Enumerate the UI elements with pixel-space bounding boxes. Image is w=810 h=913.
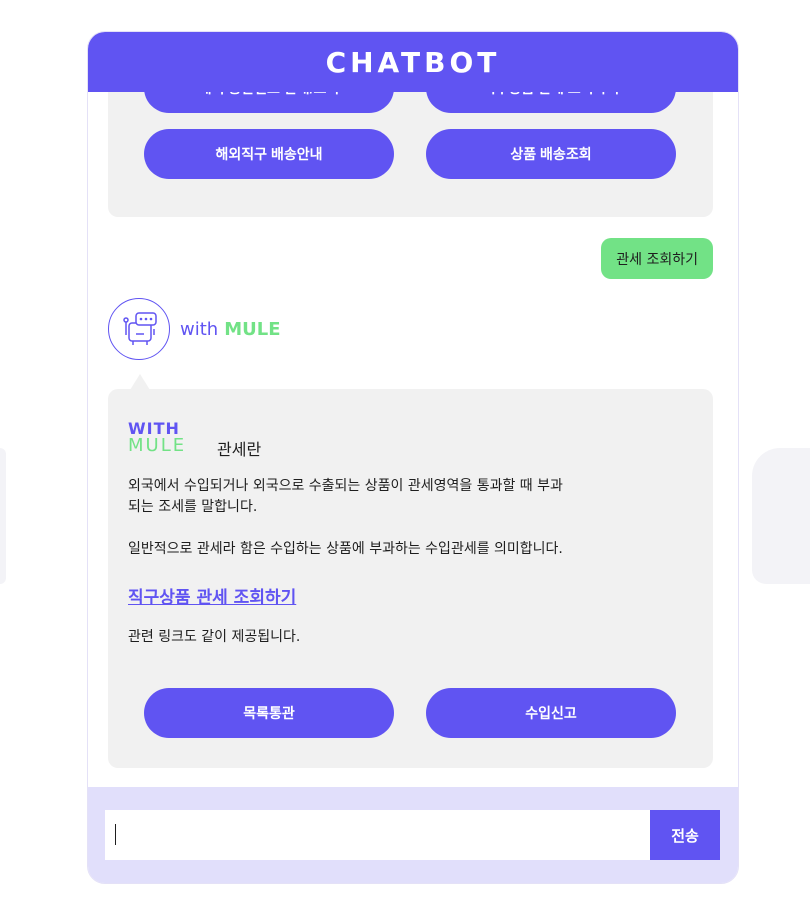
user-message-bubble: 관세 조회하기 <box>601 238 713 279</box>
send-button[interactable]: 전송 <box>650 810 720 860</box>
bot-identity: with MULE <box>108 298 281 360</box>
message-input-bar: 전송 <box>88 787 738 883</box>
robot-avatar-icon <box>108 298 170 360</box>
reply-paragraph-2: 일반적으로 관세라 함은 수입하는 상품에 부과하는 수입관세를 의미합니다. <box>128 541 563 557</box>
logo-line-mule: MULE <box>128 435 187 456</box>
shipping-guide-button[interactable]: 해외직구 배송안내 <box>144 129 394 179</box>
import-declaration-button[interactable]: 수입신고 <box>426 688 676 738</box>
delivery-tracking-button[interactable]: 상품 배송조회 <box>426 129 676 179</box>
list-clearance-button[interactable]: 목록통관 <box>144 688 394 738</box>
background-decoration-left <box>0 448 6 584</box>
duty-lookup-link[interactable]: 직구상품 관세 조회하기 <box>128 583 296 608</box>
customs-number-button[interactable]: 해외 통관번호 안내/조회 <box>144 92 394 113</box>
bot-name: with MULE <box>180 319 281 340</box>
chat-header: CHATBOT <box>88 32 738 92</box>
message-input[interactable] <box>105 810 651 860</box>
bot-name-prefix: with <box>180 318 219 340</box>
message-list[interactable]: 해외 통관번호 안내/조회 직구상품 관세 조회하기 해외직구 배송안내 상품 … <box>88 92 738 787</box>
chat-title: CHATBOT <box>325 45 501 79</box>
text-cursor <box>115 824 116 845</box>
reply-pointer <box>130 374 150 390</box>
bot-reply-card: WITH MULE 관세란 외국에서 수입되거나 외국으로 수출되는 상품이 관… <box>108 374 713 768</box>
menu-card: 해외 통관번호 안내/조회 직구상품 관세 조회하기 해외직구 배송안내 상품 … <box>108 92 713 217</box>
bot-name-brand: MULE <box>224 318 281 340</box>
chatbot-window: CHATBOT 해외 통관번호 안내/조회 직구상품 관세 조회하기 해외직구 … <box>87 31 739 884</box>
reply-paragraph-3: 관련 링크도 같이 제공됩니다. <box>128 629 301 645</box>
reply-paragraph-1: 외국에서 수입되거나 외국으로 수출되는 상품이 관세영역을 통과할 때 부과되… <box>128 478 563 515</box>
with-mule-logo: WITH MULE <box>128 420 200 456</box>
reply-title: 관세란 <box>217 440 262 459</box>
duty-lookup-button[interactable]: 직구상품 관세 조회하기 <box>426 92 676 113</box>
background-decoration-right <box>752 448 810 584</box>
